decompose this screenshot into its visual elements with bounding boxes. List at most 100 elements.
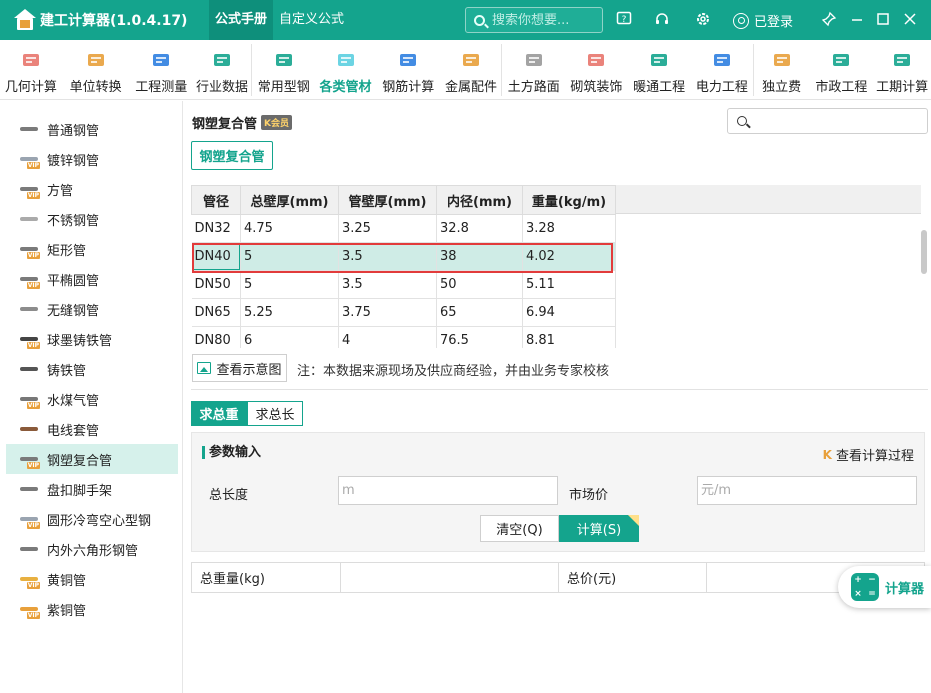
table-row[interactable]: DN65 5.25 3.75 65 6.94 — [191, 298, 616, 327]
column-header[interactable]: 总壁厚(mm) — [240, 185, 339, 215]
gear-icon[interactable] — [694, 11, 712, 29]
table-cell[interactable]: 32.8 — [436, 214, 523, 243]
view-process-link[interactable]: K 查看计算过程 — [823, 445, 914, 465]
sidebar-item-4[interactable]: VIP 矩形管 — [6, 234, 178, 264]
table-cell[interactable]: 3.75 — [338, 298, 437, 327]
table-row[interactable]: DN40 5 3.5 38 4.02 — [191, 242, 616, 271]
ribbon-item-2[interactable]: 工程测量 — [129, 40, 193, 100]
table-cell[interactable]: DN32 — [191, 214, 241, 243]
headset-icon[interactable] — [653, 11, 671, 29]
square-tube-icon: VIP — [20, 182, 40, 199]
ribbon-item-11[interactable]: 电力工程 — [691, 40, 753, 100]
close-icon[interactable] — [901, 11, 919, 29]
table-cell[interactable]: 65 — [436, 298, 523, 327]
table-cell[interactable]: DN50 — [191, 270, 241, 299]
table-row[interactable]: DN50 5 3.5 50 5.11 — [191, 270, 616, 299]
sidebar-item-9[interactable]: VIP 水煤气管 — [6, 384, 178, 414]
sidebar-item-16[interactable]: VIP 紫铜管 — [6, 594, 178, 624]
table-cell[interactable]: 4.75 — [240, 214, 339, 243]
floating-calculator-label: 计算器 — [885, 581, 925, 597]
table-cell[interactable]: 6 — [240, 326, 339, 348]
table-cell[interactable]: 76.5 — [436, 326, 523, 348]
sidebar-item-3[interactable]: 不锈钢管 — [6, 204, 178, 234]
table-cell[interactable]: 5.25 — [240, 298, 339, 327]
minimize-icon[interactable] — [848, 11, 866, 29]
sidebar-item-12[interactable]: 盘扣脚手架 — [6, 474, 178, 504]
sidebar-item-7[interactable]: VIP 球墨铸铁管 — [6, 324, 178, 354]
pipe-type-button[interactable]: 钢塑复合管 — [191, 141, 273, 170]
sidebar-item-13[interactable]: VIP 圆形冷弯空心型钢 — [6, 504, 178, 534]
sidebar-item-0[interactable]: 普通钢管 — [6, 114, 178, 144]
sidebar-item-11[interactable]: VIP 钢塑复合管 — [6, 444, 178, 474]
ribbon-item-13[interactable]: 市政工程 — [810, 40, 874, 100]
table-cell[interactable]: DN40 — [191, 242, 241, 271]
global-search[interactable] — [465, 7, 603, 33]
sidebar-item-1[interactable]: VIP 镀锌钢管 — [6, 144, 178, 174]
table-scrollbar[interactable] — [921, 230, 927, 274]
mode-tab-1[interactable]: 求总长 — [247, 401, 303, 426]
table-cell[interactable]: DN80 — [191, 326, 241, 348]
sidebar-item-5[interactable]: VIP 平椭圆管 — [6, 264, 178, 294]
column-header[interactable]: 内径(mm) — [436, 185, 523, 215]
column-header[interactable]: 管径 — [191, 185, 241, 215]
login-status[interactable]: 已登录 — [733, 11, 793, 30]
table-cell[interactable]: 3.28 — [522, 214, 616, 243]
column-header[interactable]: 重量(kg/m) — [522, 185, 616, 215]
table-cell[interactable]: 8.81 — [522, 326, 616, 348]
floating-calculator-button[interactable]: + − × = 计算器 — [838, 566, 931, 608]
ribbon-item-10[interactable]: 暖通工程 — [627, 40, 691, 100]
ribbon-item-5[interactable]: 各类管材 — [316, 40, 376, 100]
ribbon-item-1[interactable]: 单位转换 — [62, 40, 130, 100]
table-cell[interactable]: 4 — [338, 326, 437, 348]
table-search-input[interactable] — [727, 108, 928, 134]
maximize-icon[interactable] — [874, 11, 892, 29]
sidebar-item-8[interactable]: 铸铁管 — [6, 354, 178, 384]
search-input[interactable] — [492, 12, 602, 28]
sidebar-item-15[interactable]: VIP 黄铜管 — [6, 564, 178, 594]
pin-icon[interactable] — [820, 11, 838, 29]
sidebar-item-label: 圆形冷弯空心型钢 — [47, 513, 152, 529]
table-cell[interactable]: DN65 — [191, 298, 241, 327]
table-cell[interactable]: 3.25 — [338, 214, 437, 243]
ribbon-item-0[interactable]: 几何计算 — [0, 40, 62, 100]
column-header[interactable]: 管壁厚(mm) — [338, 185, 437, 215]
table-cell[interactable]: 5 — [240, 242, 339, 271]
view-diagram-button[interactable]: 查看示意图 — [192, 354, 287, 382]
ribbon-item-4[interactable]: 常用型钢 — [252, 40, 316, 100]
ribbon-item-3[interactable]: 行业数据 — [193, 40, 251, 100]
sidebar-item-2[interactable]: VIP 方管 — [6, 174, 178, 204]
ribbon-item-6[interactable]: 钢筋计算 — [375, 40, 441, 100]
table-cell[interactable]: 4.02 — [522, 242, 616, 271]
round-hollow-steel-icon: VIP — [20, 512, 40, 529]
sidebar-item-14[interactable]: 内外六角形钢管 — [6, 534, 178, 564]
market-price-input[interactable] — [697, 476, 917, 505]
ribbon-item-14[interactable]: 工期计算 — [873, 40, 931, 100]
table-row[interactable]: DN80 6 4 76.5 8.81 — [191, 326, 616, 348]
ribbon-item-label: 电力工程 — [695, 80, 748, 95]
table-cell[interactable]: 6.94 — [522, 298, 616, 327]
feedback-icon[interactable]: ? — [615, 11, 633, 29]
ribbon-item-label: 市政工程 — [815, 80, 868, 95]
app-title: 建工计算器(1.0.4.17) — [40, 13, 188, 29]
sidebar-item-6[interactable]: 无缝钢管 — [6, 294, 178, 324]
sidebar-item-10[interactable]: 电线套管 — [6, 414, 178, 444]
table-cell[interactable]: 5 — [240, 270, 339, 299]
table-row[interactable]: DN32 4.75 3.25 32.8 3.28 — [191, 214, 616, 243]
conduit-icon — [20, 422, 38, 436]
table-cell[interactable]: 5.11 — [522, 270, 616, 299]
ribbon-item-8[interactable]: 土方路面 — [502, 40, 566, 100]
menu-tab-1[interactable]: 自定义公式 — [273, 0, 350, 40]
total-length-input[interactable] — [338, 476, 558, 505]
ribbon-item-7[interactable]: 金属配件 — [441, 40, 501, 100]
menu-tab-0[interactable]: 公式手册 — [209, 0, 274, 40]
calculate-button[interactable]: 计算(S) — [559, 515, 639, 542]
table-cell[interactable]: 50 — [436, 270, 523, 299]
clear-button[interactable]: 清空(Q) — [480, 515, 559, 542]
ribbon-item-label: 几何计算 — [4, 80, 57, 95]
ribbon-item-12[interactable]: 独立费 — [754, 40, 810, 100]
table-cell[interactable]: 38 — [436, 242, 523, 271]
mode-tab-0[interactable]: 求总重 — [191, 401, 247, 426]
table-cell[interactable]: 3.5 — [338, 242, 437, 271]
table-cell[interactable]: 3.5 — [338, 270, 437, 299]
ribbon-item-9[interactable]: 砌筑装饰 — [566, 40, 628, 100]
